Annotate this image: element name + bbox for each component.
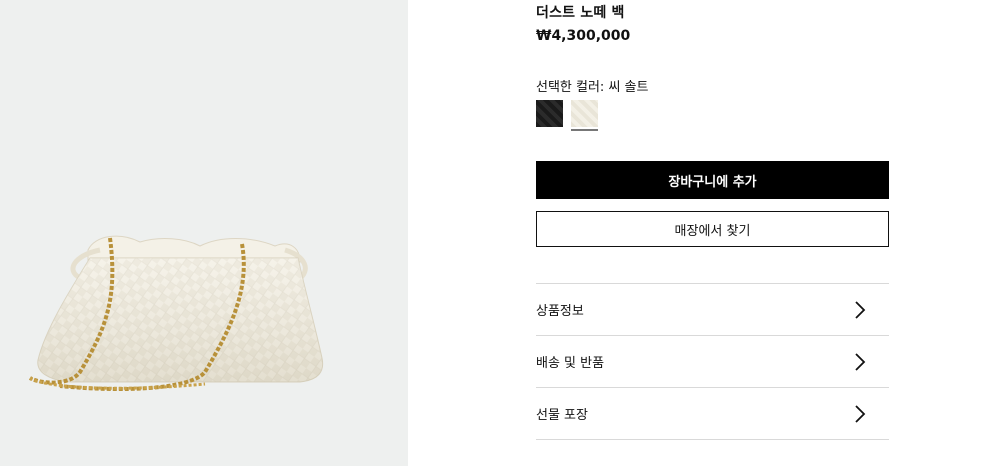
selected-color-label: 선택한 컬러: 씨 솔트 [536,80,649,95]
accordion-item-product-info[interactable]: 상품정보 [536,284,889,336]
add-to-cart-button[interactable]: 장바구니에 추가 [536,161,889,199]
product-image-panel [0,0,408,466]
product-title: 더스트 노떼 백 [536,5,625,21]
accordion-item-gift-wrap[interactable]: 선물 포장 [536,388,889,440]
chevron-right-icon [855,300,866,319]
accordion: 상품정보 배송 및 반품 선물 포장 [536,283,889,440]
swatch-black[interactable] [536,100,563,127]
chevron-right-icon [855,352,866,371]
accordion-label: 배송 및 반품 [536,356,605,371]
accordion-item-shipping-returns[interactable]: 배송 및 반품 [536,336,889,388]
color-swatches [536,100,598,131]
product-image [28,235,324,392]
product-price: ₩4,300,000 [536,28,631,44]
chevron-right-icon [855,404,866,423]
accordion-label: 선물 포장 [536,408,588,423]
accordion-label: 상품정보 [536,304,584,319]
find-in-store-button[interactable]: 매장에서 찾기 [536,211,889,247]
swatch-sea-salt[interactable] [571,100,598,131]
